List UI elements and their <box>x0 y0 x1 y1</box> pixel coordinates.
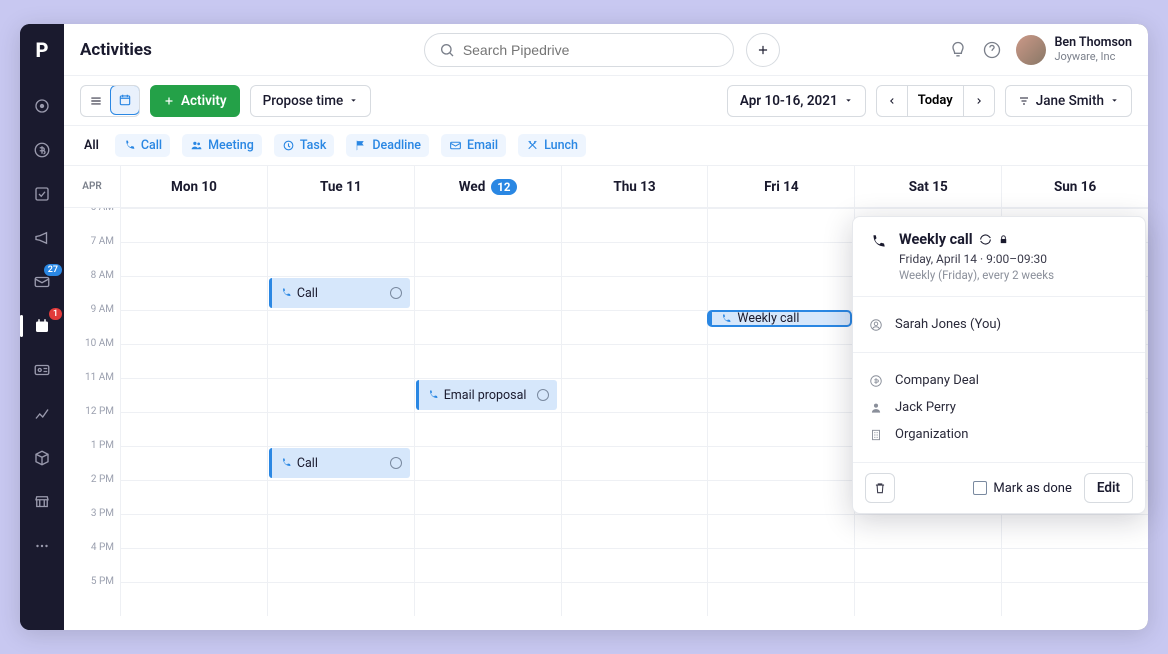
nav-more-icon[interactable] <box>30 534 54 558</box>
activities-badge: 1 <box>49 308 62 320</box>
lock-icon <box>998 234 1009 245</box>
activity-popup: Weekly call Friday, April 14 · 9:00–09:3… <box>852 216 1146 514</box>
search-icon <box>439 42 455 58</box>
next-button[interactable] <box>963 86 994 116</box>
nav-mail-icon[interactable]: 27 <box>30 270 54 294</box>
call-icon <box>280 287 292 299</box>
filter-meeting[interactable]: Meeting <box>182 134 262 157</box>
popup-deal-row: Company Deal <box>869 367 1129 394</box>
toolbar: Activity Propose time Apr 10-16, 2021 To… <box>64 76 1148 126</box>
owner-icon <box>869 318 883 332</box>
day-thu[interactable]: Thu 13 <box>561 166 708 207</box>
popup-org-row: Organization <box>869 421 1129 448</box>
search-input[interactable] <box>463 42 719 58</box>
propose-label: Propose time <box>263 93 344 109</box>
logo: P <box>36 38 49 62</box>
event-call[interactable]: Call <box>269 278 410 308</box>
call-icon <box>280 457 292 469</box>
delete-button[interactable] <box>865 473 895 503</box>
nav-activities-icon[interactable]: 1 <box>30 314 54 338</box>
nav-projects-icon[interactable] <box>30 182 54 206</box>
view-toggle <box>80 85 140 117</box>
day-mon[interactable]: Mon 10 <box>120 166 267 207</box>
nav-marketplace-icon[interactable] <box>30 490 54 514</box>
call-icon <box>869 233 887 251</box>
activity-label: Activity <box>181 93 227 109</box>
person-filter-label: Jane Smith <box>1036 93 1104 109</box>
assistant-icon[interactable] <box>948 40 968 60</box>
call-icon <box>427 389 439 401</box>
add-button[interactable] <box>746 33 780 67</box>
nav-leads-icon[interactable] <box>30 94 54 118</box>
chevron-down-icon <box>349 96 358 105</box>
prev-button[interactable] <box>877 86 907 116</box>
user-name: Ben Thomson <box>1054 35 1132 50</box>
filter-all[interactable]: All <box>80 134 103 157</box>
date-range-button[interactable]: Apr 10-16, 2021 <box>727 85 866 117</box>
user-menu[interactable]: Ben Thomson Joyware, Inc <box>1016 35 1132 65</box>
popup-recurrence: Weekly (Friday), every 2 weeks <box>899 268 1054 282</box>
popup-person-row: Jack Perry <box>869 394 1129 421</box>
today-button[interactable]: Today <box>907 86 963 116</box>
day-sat[interactable]: Sat 15 <box>854 166 1001 207</box>
left-nav: P 27 1 <box>20 24 64 630</box>
date-range-label: Apr 10-16, 2021 <box>740 93 838 109</box>
edit-button[interactable]: Edit <box>1084 473 1133 503</box>
filter-task[interactable]: Task <box>274 134 335 157</box>
deal-icon <box>869 374 883 388</box>
event-email-proposal[interactable]: Email proposal <box>416 380 557 410</box>
event-weekly-call[interactable]: Weekly call <box>709 312 850 325</box>
day-fri[interactable]: Fri 14 <box>707 166 854 207</box>
avatar <box>1016 35 1046 65</box>
help-icon[interactable] <box>982 40 1002 60</box>
day-header: APR Mon 10 Tue 11 Wed12 Thu 13 Fri 14 Sa… <box>64 166 1148 208</box>
list-view-button[interactable] <box>81 86 111 116</box>
popup-owner-row: Sarah Jones (You) <box>869 311 1129 338</box>
org-icon <box>869 428 883 442</box>
nav-insights-icon[interactable] <box>30 402 54 426</box>
propose-time-button[interactable]: Propose time <box>250 85 372 117</box>
nav-deals-icon[interactable] <box>30 138 54 162</box>
event-call[interactable]: Call <box>269 448 410 478</box>
day-wed[interactable]: Wed12 <box>414 166 561 207</box>
user-org: Joyware, Inc <box>1054 50 1132 63</box>
page-title: Activities <box>80 40 152 60</box>
mail-badge: 27 <box>44 264 62 276</box>
call-icon <box>720 313 732 325</box>
chevron-down-icon <box>844 96 853 105</box>
add-activity-button[interactable]: Activity <box>150 85 240 117</box>
filter-call[interactable]: Call <box>115 134 170 157</box>
filter-deadline[interactable]: Deadline <box>346 134 429 157</box>
search-box[interactable] <box>424 33 734 67</box>
day-tue[interactable]: Tue 11 <box>267 166 414 207</box>
person-icon <box>869 401 883 415</box>
person-filter-button[interactable]: Jane Smith <box>1005 85 1132 117</box>
calendar-view-button[interactable] <box>110 85 140 115</box>
filter-icon <box>1018 95 1030 107</box>
date-nav: Today <box>876 85 995 117</box>
month-label: APR <box>64 166 120 207</box>
type-filters: All Call Meeting Task Deadline Email Lun… <box>64 126 1148 166</box>
plus-icon <box>163 95 175 107</box>
topbar: Activities Ben Thomson Joyware, Inc <box>64 24 1148 76</box>
chevron-down-icon <box>1110 96 1119 105</box>
mark-done-checkbox[interactable]: Mark as done <box>973 481 1071 496</box>
nav-contacts-icon[interactable] <box>30 358 54 382</box>
nav-products-icon[interactable] <box>30 446 54 470</box>
popup-datetime: Friday, April 14 · 9:00–09:30 <box>899 252 1054 266</box>
recur-icon <box>979 233 992 246</box>
nav-campaigns-icon[interactable] <box>30 226 54 250</box>
filter-lunch[interactable]: Lunch <box>518 134 586 157</box>
popup-title: Weekly call <box>899 231 1054 248</box>
day-sun[interactable]: Sun 16 <box>1001 166 1148 207</box>
filter-email[interactable]: Email <box>441 134 506 157</box>
